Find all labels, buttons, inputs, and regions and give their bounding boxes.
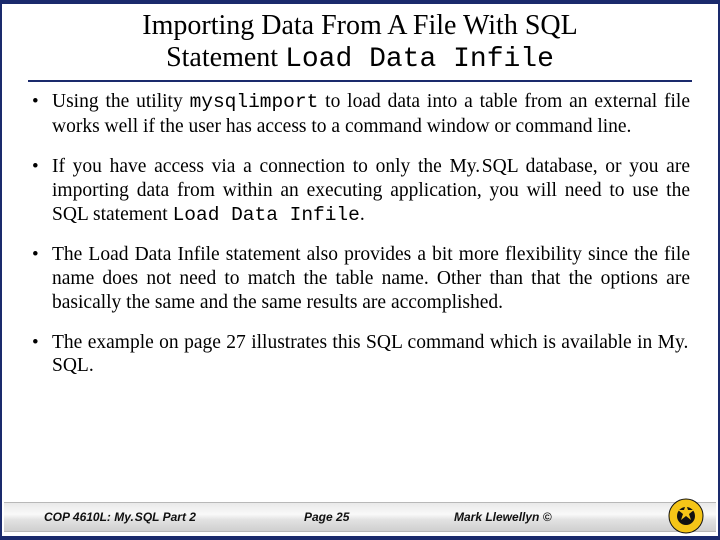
title-line-2: Statement Load Data Infile [32, 42, 688, 76]
footer-author: Mark Llewellyn © [454, 510, 614, 524]
footer-course: COP 4610L: My. SQL Part 2 [44, 510, 304, 524]
title-line-2-prefix: Statement [166, 42, 285, 73]
bullet-1-pre: Using the utility [52, 91, 190, 112]
bullet-2-post: . [360, 204, 365, 225]
slide: Importing Data From A File With SQL Stat… [0, 0, 720, 540]
footer-bar: COP 4610L: My. SQL Part 2 Page 25 Mark L… [4, 502, 716, 532]
title-line-2-mono: Load Data Infile [285, 44, 554, 75]
bullet-3: The Load Data Infile statement also prov… [30, 243, 690, 314]
title-line-1: Importing Data From A File With SQL [32, 10, 688, 42]
bullet-2-mono: Load Data Infile [173, 204, 360, 226]
bullet-list: Using the utility mysqlimport to load da… [2, 90, 718, 536]
bullet-4: The example on page 27 illustrates this … [30, 331, 690, 379]
bullet-1: Using the utility mysqlimport to load da… [30, 90, 690, 139]
slide-title: Importing Data From A File With SQL Stat… [2, 4, 718, 78]
footer-page: Page 25 [304, 510, 454, 524]
title-underline [28, 80, 692, 82]
ucf-logo-icon [668, 498, 704, 534]
bullet-1-mono: mysqlimport [190, 91, 319, 113]
bullet-2: If you have access via a connection to o… [30, 155, 690, 227]
bullet-2-pre: If you have access via a connection to o… [52, 156, 690, 225]
